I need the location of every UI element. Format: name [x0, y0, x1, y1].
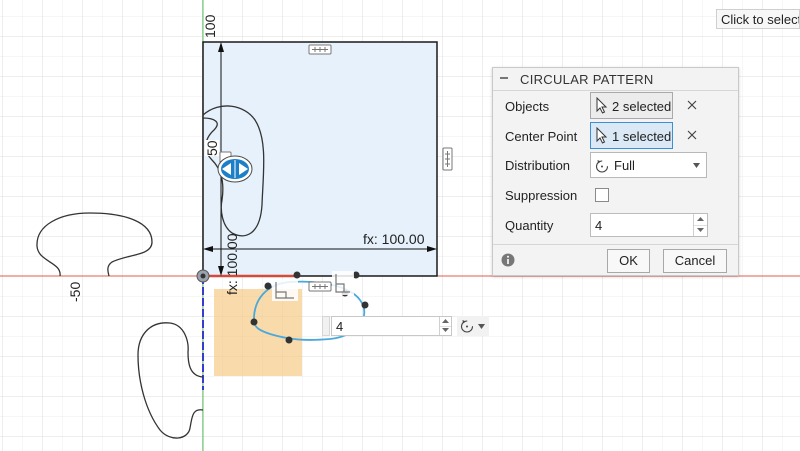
dimension-fx-vertical[interactable]: fx: 100.00	[224, 234, 240, 296]
chevron-up-icon	[442, 319, 449, 323]
perpendicular-icon[interactable]	[332, 271, 354, 295]
dimension-fx-horizontal[interactable]: fx: 100.00	[363, 232, 425, 246]
cursor-arrow-icon	[596, 127, 608, 144]
cursor-arrow-icon	[596, 97, 608, 114]
origin-point[interactable]	[196, 269, 210, 283]
chevron-up-icon	[697, 217, 704, 221]
chevron-down-icon	[478, 324, 485, 329]
dialog-footer: OK Cancel	[493, 244, 738, 276]
dimension-label-neg50: -50	[67, 281, 83, 302]
constraint-icon[interactable]	[308, 281, 332, 292]
distribution-value: Full	[614, 158, 635, 173]
close-icon[interactable]	[686, 129, 698, 141]
quantity-value: 4	[595, 218, 603, 233]
circular-pattern-dialog: CIRCULAR PATTERN Objects 2 selected Cent…	[492, 67, 739, 276]
quantity-spin-down[interactable]	[693, 225, 707, 236]
dimension-label-100[interactable]: 100	[202, 15, 218, 38]
input-grip[interactable]	[322, 316, 330, 336]
tooltip: Click to select s	[716, 9, 800, 29]
ok-button[interactable]: OK	[607, 249, 650, 273]
suppression-label: Suppression	[505, 188, 578, 203]
constraint-icon[interactable]	[442, 147, 453, 171]
canvas-distribution-dropdown[interactable]	[457, 316, 489, 336]
center-point-select-button[interactable]: 1 selected	[590, 122, 673, 149]
cancel-button[interactable]: Cancel	[663, 249, 727, 273]
circular-arrow-icon	[595, 160, 609, 173]
center-point-value: 1 selected	[612, 129, 672, 144]
info-icon[interactable]	[501, 253, 515, 267]
objects-select-button[interactable]: 2 selected	[590, 92, 673, 119]
chevron-down-icon	[693, 163, 700, 168]
minus-icon[interactable]	[497, 71, 511, 85]
distribution-label: Distribution	[505, 158, 571, 173]
objects-label: Objects	[505, 99, 550, 114]
quantity-label: Quantity	[505, 218, 554, 233]
chevron-down-icon	[442, 328, 449, 332]
distribution-dropdown[interactable]: Full	[590, 152, 707, 178]
close-icon[interactable]	[686, 99, 698, 111]
canvas-quantity-input[interactable]: 4	[331, 316, 452, 336]
circular-arrow-icon	[460, 320, 474, 333]
dialog-title: CIRCULAR PATTERN	[520, 72, 654, 87]
center-point-label: Center Point	[505, 129, 578, 144]
perpendicular-icon[interactable]	[272, 279, 298, 301]
quantity-input[interactable]: 4	[590, 213, 708, 237]
objects-value: 2 selected	[612, 99, 672, 114]
canvas-quantity-value: 4	[336, 319, 344, 334]
suppression-checkbox[interactable]	[595, 188, 609, 202]
chevron-down-icon	[697, 228, 704, 232]
dialog-header[interactable]: CIRCULAR PATTERN	[493, 68, 738, 91]
dimension-label-50[interactable]: 50	[204, 140, 220, 156]
constraint-icon[interactable]	[308, 44, 332, 55]
spin-down-button[interactable]	[439, 326, 451, 335]
flip-direction-icon[interactable]	[217, 155, 253, 183]
